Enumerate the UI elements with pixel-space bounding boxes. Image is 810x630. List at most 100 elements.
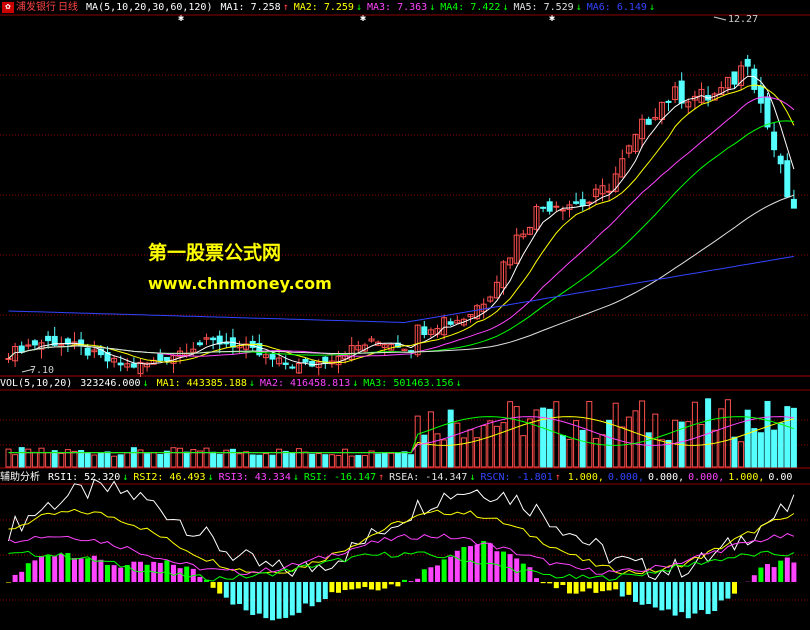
volume-bar [91, 454, 98, 468]
volume-bar [408, 454, 415, 468]
aux-histogram-bar [171, 564, 176, 582]
aux-histogram-bar [243, 582, 249, 611]
volume-bar [573, 420, 580, 468]
aux-histogram-bar [402, 579, 407, 582]
vol-value: 323246.000 [80, 378, 141, 389]
volume-bar [361, 455, 368, 468]
candle-body [540, 206, 547, 209]
aux-extra-value: 1.000, [567, 472, 604, 483]
volume-bar [520, 435, 527, 468]
ma-arrow: ↓ [355, 2, 362, 13]
rsi-rsi3: RSI3: 43.334 [218, 472, 291, 483]
ma-ma5: MA5: 7.529 [513, 2, 574, 13]
ma-arrow: ↓ [648, 2, 655, 13]
volume-bar [586, 400, 593, 468]
volume-bar [493, 425, 500, 468]
ma-line-ma6 [8, 255, 794, 324]
aux-histogram-bar [283, 582, 289, 618]
aux-histogram-bar [791, 562, 797, 582]
volume-bar [210, 451, 217, 468]
volume-bar [738, 441, 745, 468]
aux-histogram-bar [72, 558, 77, 582]
volume-bar [170, 447, 177, 468]
candle-body [282, 362, 289, 365]
volume-bar [421, 434, 428, 468]
aux-histogram-bar [303, 582, 308, 604]
candle-body [771, 131, 778, 151]
candle-body [665, 100, 672, 103]
candle-body [678, 80, 685, 104]
volume-bar [249, 454, 256, 468]
volume-bar [375, 453, 382, 468]
volume-bar [256, 454, 263, 468]
vol-ma-ma2: MA2: 416458.813 [259, 378, 351, 389]
volume-bar [394, 452, 401, 468]
candle-body [784, 160, 791, 198]
aux-histogram-bar [725, 582, 731, 599]
aux-histogram-bar [375, 582, 381, 591]
period-label[interactable]: 日线 [58, 2, 78, 13]
aux-histogram-bar [421, 569, 427, 582]
rsi-arrow: ↓ [122, 472, 129, 483]
aux-histogram-bar [58, 554, 64, 582]
aux-histogram-bar [322, 582, 328, 600]
aux-histogram-bar [210, 582, 216, 588]
vol-title: VOL(5,10,20) [0, 378, 73, 389]
aux-histogram-bar [778, 560, 784, 582]
rsi-arrow: ↑ [554, 472, 561, 483]
aux-histogram-bar [382, 582, 388, 589]
aux-histogram-bar [296, 582, 302, 613]
volume-bar [355, 454, 362, 468]
volume-bar [599, 434, 606, 468]
ma-ma2: MA2: 7.259 [293, 2, 354, 13]
aux-histogram-bar [223, 582, 229, 598]
rsi-arrow: ↑ [378, 472, 385, 483]
volume-bar [262, 453, 269, 468]
rsi-rsea: RSEA: -14.347 [389, 472, 468, 483]
aux-histogram-bar [679, 582, 685, 613]
aux-histogram-bar [487, 543, 493, 582]
aux-histogram-bar [699, 582, 704, 611]
aux-histogram-bar [705, 582, 711, 615]
aux-histogram-bar [540, 582, 546, 584]
aux-extra-value: 0.00 [768, 472, 793, 483]
stock-menu-icon[interactable]: ✿ [2, 1, 14, 13]
aux-histogram-bar [230, 582, 236, 605]
aux-histogram-bar [395, 582, 401, 587]
aux-histogram-bar [646, 582, 652, 605]
aux-line [8, 508, 795, 575]
aux-histogram-bar [25, 563, 31, 582]
aux-histogram-bar [349, 582, 355, 590]
volume-bar [150, 452, 157, 468]
aux-histogram-bar [105, 564, 110, 582]
aux-histogram-bar [514, 558, 520, 582]
aux-histogram-bar [527, 567, 533, 582]
aux-extra-value: 1.000, [728, 472, 765, 483]
volume-bar [487, 420, 494, 468]
vol-ma-arrow: ↓ [352, 378, 359, 389]
volume-bar [104, 451, 111, 468]
vol-ma-arrow: ↓ [455, 378, 462, 389]
volume-bar [566, 438, 573, 468]
stock-chart[interactable]: ✱ ✱ ✱ [0, 0, 810, 630]
volume-bar [658, 439, 665, 468]
aux-histogram-bar [369, 582, 374, 590]
aux-histogram-bar [448, 556, 454, 582]
stock-name[interactable]: 浦发银行 [16, 2, 56, 13]
aux-histogram-bar [732, 582, 737, 594]
ma-line-ma1 [8, 75, 795, 366]
aux-histogram-bar [771, 567, 777, 582]
aux-extra-value: 0.000, [607, 472, 644, 483]
aux-histogram-bar [39, 556, 44, 582]
aux-histogram-bar [784, 557, 790, 582]
volume-bar [652, 413, 659, 468]
volume-bar [203, 447, 210, 468]
aux-histogram-bar [765, 564, 770, 582]
aux-histogram-bar [626, 582, 632, 595]
high-pointer [713, 16, 727, 21]
volume-bar [401, 451, 408, 468]
aux-histogram-bar [131, 561, 137, 582]
volume-bar [368, 450, 375, 468]
volume-bar [632, 410, 639, 468]
aux-histogram-bar [751, 575, 757, 582]
